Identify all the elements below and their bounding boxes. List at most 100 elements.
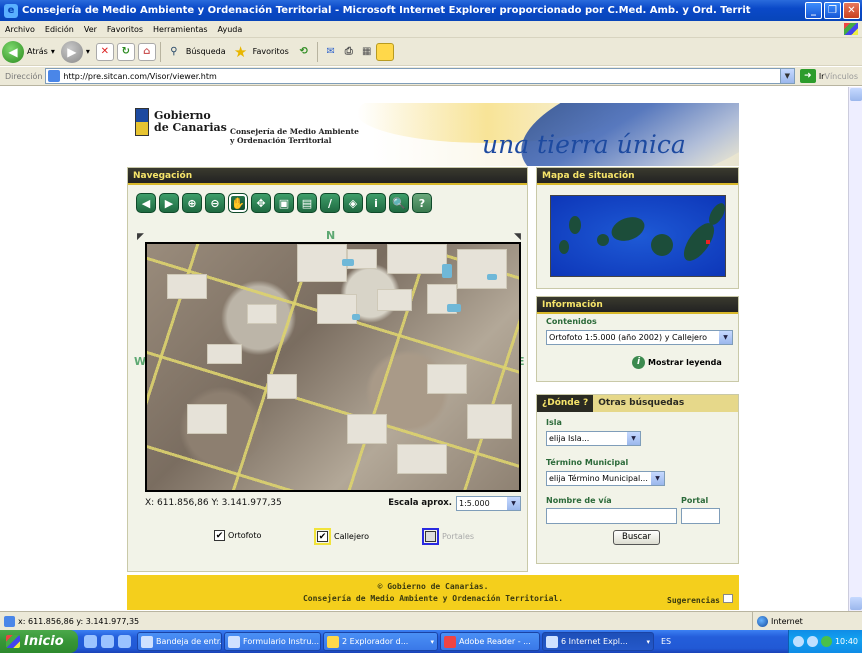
- search-tool-button[interactable]: 🔍: [389, 193, 409, 213]
- go-button[interactable]: ➜ Ir: [799, 69, 824, 83]
- hand-tool-button[interactable]: ✋: [228, 193, 248, 213]
- portal-input[interactable]: [681, 508, 720, 524]
- full-extent-tool-button[interactable]: ▣: [274, 193, 294, 213]
- forward-button[interactable]: ▶ ▾: [60, 40, 90, 63]
- tab-donde[interactable]: ¿Dónde ?: [537, 395, 594, 412]
- back-dropdown-icon[interactable]: ▾: [51, 47, 55, 56]
- termino-select[interactable]: elija Término Municipal... ▼: [546, 471, 665, 486]
- menu-favoritos[interactable]: Favoritos: [102, 25, 148, 34]
- pan-north-button[interactable]: N: [326, 229, 335, 242]
- measure-tool-button[interactable]: ∕: [320, 193, 340, 213]
- task-adobe[interactable]: Adobe Reader - ...: [440, 632, 540, 651]
- favorites-button[interactable]: ★ Favoritos: [232, 43, 289, 61]
- menu-archivo[interactable]: Archivo: [0, 25, 40, 34]
- refresh-icon[interactable]: ↻: [116, 42, 135, 61]
- address-input[interactable]: http://pre.sitcan.com/Visor/viewer.htm ▼: [45, 68, 795, 84]
- edit-icon[interactable]: ▦: [358, 43, 376, 61]
- menu-edicion[interactable]: Edición: [40, 25, 79, 34]
- mail-icon[interactable]: ✉: [322, 43, 340, 61]
- scroll-up-button[interactable]: [850, 88, 862, 101]
- building-block: [187, 404, 227, 434]
- contenidos-select[interactable]: Ortofoto 1:5.000 (año 2002) y Callejero …: [546, 330, 733, 345]
- info-tool-button[interactable]: i: [366, 193, 386, 213]
- layer-callejero[interactable]: ✔ Callejero: [314, 528, 369, 545]
- tagline: una tierra única: [482, 130, 686, 159]
- history-icon[interactable]: ⟲: [295, 43, 313, 61]
- stop-icon[interactable]: ✕: [95, 42, 114, 61]
- isla-select[interactable]: elija Isla... ▼: [546, 431, 641, 446]
- search-button[interactable]: ⚲ Búsqueda: [165, 43, 225, 61]
- task-ie[interactable]: 6 Internet Expl... ▾: [542, 632, 654, 651]
- termino-dropdown-icon[interactable]: ▼: [651, 472, 664, 485]
- zoom-in-tool-button[interactable]: ⊕: [182, 193, 202, 213]
- via-label: Nombre de vía: [546, 496, 612, 505]
- print-tool-button[interactable]: ▤: [297, 193, 317, 213]
- callejero-checkbox[interactable]: ✔: [317, 531, 328, 542]
- layer-ortofoto[interactable]: ✔ Ortofoto: [214, 530, 261, 541]
- portales-checkbox[interactable]: [425, 531, 436, 542]
- ortofoto-checkbox[interactable]: ✔: [214, 530, 225, 541]
- links-label[interactable]: Vínculos: [824, 72, 862, 81]
- minimize-button[interactable]: _: [805, 2, 822, 19]
- folder-icon[interactable]: [375, 42, 394, 61]
- menu-herramientas[interactable]: Herramientas: [148, 25, 213, 34]
- network-tray-icon[interactable]: [792, 636, 804, 647]
- island-la-palma[interactable]: [569, 216, 581, 234]
- help-tool-button[interactable]: ?: [412, 193, 432, 213]
- menu-ayuda[interactable]: Ayuda: [213, 25, 248, 34]
- language-indicator[interactable]: ES: [656, 637, 676, 646]
- desktop-quicklaunch-icon[interactable]: [101, 635, 114, 648]
- sugerencias-link[interactable]: Sugerencias: [667, 594, 733, 605]
- island-lanzarote[interactable]: [705, 200, 725, 228]
- outlook-quicklaunch-icon[interactable]: [118, 635, 131, 648]
- address-label: Dirección: [5, 71, 43, 81]
- orthophoto-map[interactable]: [145, 242, 521, 492]
- task-word[interactable]: Formulario Instru...: [224, 632, 321, 651]
- zoom-out-tool-button[interactable]: ⊖: [205, 193, 225, 213]
- scale-select[interactable]: 1:5.000 ▼: [456, 495, 521, 511]
- canary-islands-overview-map[interactable]: [550, 195, 726, 277]
- windows-taskbar: Inicio Bandeja de entr... Formulario Ins…: [0, 630, 862, 653]
- pan-left-tool-button[interactable]: ◀: [136, 193, 156, 213]
- scale-dropdown-icon[interactable]: ▼: [507, 496, 520, 510]
- isla-dropdown-icon[interactable]: ▼: [627, 432, 640, 445]
- antivirus-tray-icon[interactable]: [820, 636, 832, 647]
- contenidos-dropdown-icon[interactable]: ▼: [719, 331, 732, 344]
- gobierno-logo[interactable]: Gobierno de Canarias: [135, 108, 227, 136]
- via-input[interactable]: [546, 508, 677, 524]
- window-titlebar: e Consejería de Medio Ambiente y Ordenac…: [0, 0, 862, 21]
- clock[interactable]: 10:40: [835, 637, 858, 646]
- island-tenerife[interactable]: [608, 212, 648, 246]
- status-bar: x: 611.856,86 y: 3.141.977,35 Internet: [0, 611, 862, 630]
- volume-tray-icon[interactable]: [806, 636, 818, 647]
- swimming-pool: [487, 274, 497, 280]
- building-block: [457, 249, 507, 289]
- island-gran-canaria[interactable]: [651, 234, 673, 256]
- island-el-hierro[interactable]: [559, 240, 569, 254]
- close-button[interactable]: ✕: [843, 2, 860, 19]
- maximize-button[interactable]: ❐: [824, 2, 841, 19]
- back-button[interactable]: ◀ Atrás ▾: [2, 40, 55, 63]
- task-outlook[interactable]: Bandeja de entr...: [137, 632, 222, 651]
- mostrar-leyenda-link[interactable]: i Mostrar leyenda: [632, 356, 722, 369]
- tab-otras-busquedas[interactable]: Otras búsquedas: [593, 395, 738, 412]
- island-fuerteventura[interactable]: [678, 218, 720, 266]
- ie-quicklaunch-icon[interactable]: [84, 635, 97, 648]
- move-tool-button[interactable]: ✥: [251, 193, 271, 213]
- info-icon: i: [632, 356, 645, 369]
- address-dropdown-icon[interactable]: ▼: [779, 69, 794, 83]
- menu-ver[interactable]: Ver: [79, 25, 102, 34]
- buscar-button[interactable]: Buscar: [613, 530, 660, 545]
- forward-dropdown-icon[interactable]: ▾: [86, 47, 90, 56]
- refresh-tool-button[interactable]: ◈: [343, 193, 363, 213]
- print-icon[interactable]: ⎙: [340, 43, 358, 61]
- task-explorer[interactable]: 2 Explorador d... ▾: [323, 632, 438, 651]
- security-zone: Internet: [752, 612, 862, 630]
- pan-right-tool-button[interactable]: ▶: [159, 193, 179, 213]
- start-button[interactable]: Inicio: [0, 630, 78, 653]
- island-la-gomera[interactable]: [597, 234, 609, 246]
- layer-portales[interactable]: Portales: [422, 528, 474, 545]
- scroll-down-button[interactable]: [850, 597, 862, 610]
- vertical-scrollbar[interactable]: [848, 87, 862, 611]
- home-icon[interactable]: ⌂: [137, 42, 156, 61]
